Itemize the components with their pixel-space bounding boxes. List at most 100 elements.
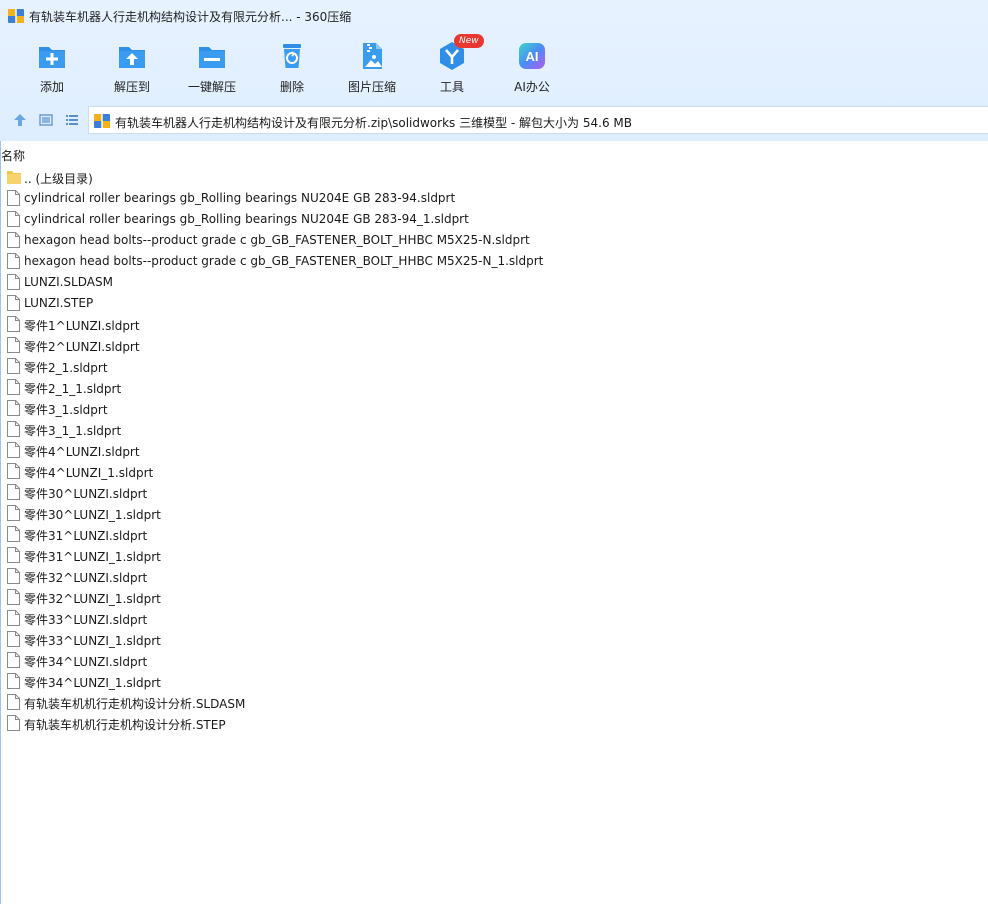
- file-name: 零件34^LUNZI.sldprt: [24, 655, 148, 669]
- file-row[interactable]: hexagon head bolts--product grade c gb_G…: [1, 251, 988, 272]
- file-row[interactable]: 零件2_1.sldprt: [1, 356, 988, 377]
- file-name: LUNZI.STEP: [24, 296, 94, 310]
- delete-button[interactable]: 删除: [252, 38, 332, 98]
- document-icon: [7, 274, 20, 290]
- file-name: 零件30^LUNZI_1.sldprt: [24, 508, 161, 522]
- folder-icon: [7, 171, 21, 184]
- file-list: .. (上级目录) cylindrical roller bearings gb…: [1, 167, 988, 734]
- document-icon: [7, 232, 20, 248]
- file-row[interactable]: LUNZI.STEP: [1, 293, 988, 314]
- file-name: 零件30^LUNZI.sldprt: [24, 487, 148, 501]
- one-click-extract-label: 一键解压: [187, 80, 236, 94]
- file-row[interactable]: 零件3_1.sldprt: [1, 398, 988, 419]
- file-row[interactable]: 零件2^LUNZI.sldprt: [1, 335, 988, 356]
- one-click-extract-button[interactable]: 一键解压: [172, 38, 252, 98]
- file-row[interactable]: 有轨装车机机行走机构设计分析.SLDASM: [1, 692, 988, 713]
- document-icon: [7, 631, 20, 647]
- document-icon: [7, 505, 20, 521]
- up-arrow-icon[interactable]: [12, 112, 28, 128]
- ai-office-button[interactable]: AI AI办公: [492, 38, 572, 98]
- file-name: 零件4^LUNZI.sldprt: [24, 445, 140, 459]
- extract-to-button[interactable]: 解压到: [92, 38, 172, 98]
- file-row[interactable]: 零件30^LUNZI_1.sldprt: [1, 503, 988, 524]
- document-icon: [7, 547, 20, 563]
- file-row[interactable]: 零件31^LUNZI_1.sldprt: [1, 545, 988, 566]
- ai-office-label: AI办公: [514, 80, 550, 94]
- file-row[interactable]: 零件4^LUNZI_1.sldprt: [1, 461, 988, 482]
- list-view-icon[interactable]: [64, 112, 80, 128]
- add-label: 添加: [39, 80, 64, 94]
- window-title: 有轨装车机器人行走机构结构设计及有限元分析... - 360压缩: [29, 10, 352, 24]
- image-compress-icon: [363, 43, 382, 69]
- top-area: 有轨装车机器人行走机构结构设计及有限元分析... - 360压缩 添加 解压到: [0, 0, 988, 141]
- app-logo-icon: [8, 9, 24, 23]
- file-row[interactable]: 零件1^LUNZI.sldprt: [1, 314, 988, 335]
- document-icon: [7, 694, 20, 710]
- zip-archive-icon: [94, 114, 110, 128]
- file-name: cylindrical roller bearings gb_Rolling b…: [24, 191, 456, 205]
- file-row[interactable]: cylindrical roller bearings gb_Rolling b…: [1, 209, 988, 230]
- file-row[interactable]: 有轨装车机机行走机构设计分析.STEP: [1, 713, 988, 734]
- document-icon: [7, 421, 20, 437]
- file-row[interactable]: cylindrical roller bearings gb_Rolling b…: [1, 188, 988, 209]
- document-icon: [7, 484, 20, 500]
- ai-icon-text: AI: [526, 49, 539, 64]
- file-name: 零件2_1.sldprt: [24, 361, 108, 375]
- document-icon: [7, 190, 20, 206]
- file-name: 零件2_1_1.sldprt: [24, 382, 122, 396]
- file-row[interactable]: 零件2_1_1.sldprt: [1, 377, 988, 398]
- file-row[interactable]: 零件31^LUNZI.sldprt: [1, 524, 988, 545]
- file-row[interactable]: 零件32^LUNZI.sldprt: [1, 566, 988, 587]
- file-row[interactable]: 零件34^LUNZI.sldprt: [1, 650, 988, 671]
- add-button[interactable]: 添加: [12, 38, 92, 98]
- file-name: 有轨装车机机行走机构设计分析.SLDASM: [24, 697, 246, 711]
- file-row[interactable]: 零件33^LUNZI_1.sldprt: [1, 629, 988, 650]
- file-name: 有轨装车机机行走机构设计分析.STEP: [24, 718, 226, 732]
- file-row[interactable]: LUNZI.SLDASM: [1, 272, 988, 293]
- file-name: 零件33^LUNZI_1.sldprt: [24, 634, 161, 648]
- document-icon: [7, 526, 20, 542]
- document-icon: [7, 358, 20, 374]
- one-click-extract-icon: [199, 47, 225, 68]
- document-icon: [7, 568, 20, 584]
- file-name: 零件1^LUNZI.sldprt: [24, 319, 140, 333]
- tools-button[interactable]: New 工具: [412, 34, 492, 98]
- document-icon: [7, 610, 20, 626]
- file-name: 零件33^LUNZI.sldprt: [24, 613, 148, 627]
- file-row[interactable]: 零件3_1_1.sldprt: [1, 419, 988, 440]
- document-icon: [7, 211, 20, 227]
- file-name: LUNZI.SLDASM: [24, 275, 113, 289]
- column-header-name[interactable]: 名称: [1, 147, 25, 164]
- file-list-area: 名称 .. (上级目录) cylindrical roller bearings…: [0, 141, 988, 904]
- document-icon: [7, 463, 20, 479]
- document-icon: [7, 400, 20, 416]
- file-name: hexagon head bolts--product grade c gb_G…: [24, 254, 544, 268]
- image-compress-label: 图片压缩: [347, 80, 396, 94]
- file-row[interactable]: hexagon head bolts--product grade c gb_G…: [1, 230, 988, 251]
- file-name: 零件31^LUNZI.sldprt: [24, 529, 148, 543]
- document-icon: [7, 652, 20, 668]
- toolbar: 添加 解压到 一键解压 删除 图片压缩 New 工具 AI AI办公: [0, 32, 988, 102]
- file-row[interactable]: 零件34^LUNZI_1.sldprt: [1, 671, 988, 692]
- file-row[interactable]: 零件32^LUNZI_1.sldprt: [1, 587, 988, 608]
- file-name: 零件4^LUNZI_1.sldprt: [24, 466, 154, 480]
- parent-directory-row[interactable]: .. (上级目录): [1, 167, 988, 188]
- thumbnail-view-icon[interactable]: [38, 112, 54, 128]
- parent-directory-label: .. (上级目录): [24, 172, 93, 186]
- ai-office-icon: AI: [519, 43, 545, 69]
- file-row[interactable]: 零件30^LUNZI.sldprt: [1, 482, 988, 503]
- path-text: 有轨装车机器人行走机构结构设计及有限元分析.zip\solidworks 三维模…: [115, 116, 632, 130]
- tools-label: 工具: [439, 80, 464, 94]
- add-icon: [39, 47, 65, 68]
- extract-to-label: 解压到: [113, 80, 150, 94]
- document-icon: [7, 295, 20, 311]
- file-name: 零件3_1_1.sldprt: [24, 424, 122, 438]
- path-bar[interactable]: 有轨装车机器人行走机构结构设计及有限元分析.zip\solidworks 三维模…: [88, 106, 988, 134]
- file-row[interactable]: 零件33^LUNZI.sldprt: [1, 608, 988, 629]
- document-icon: [7, 442, 20, 458]
- image-compress-button[interactable]: 图片压缩: [332, 38, 412, 98]
- document-icon: [7, 715, 20, 731]
- file-name: 零件32^LUNZI_1.sldprt: [24, 592, 161, 606]
- file-row[interactable]: 零件4^LUNZI.sldprt: [1, 440, 988, 461]
- document-icon: [7, 253, 20, 269]
